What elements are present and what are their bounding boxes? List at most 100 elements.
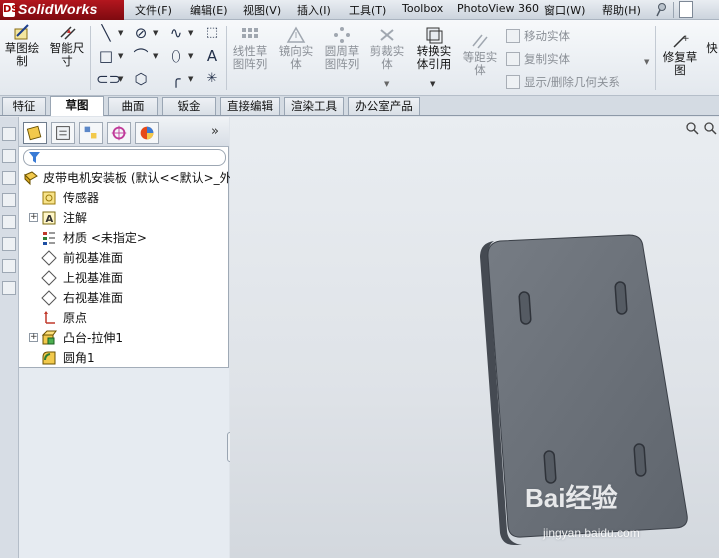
spline-tool-icon[interactable]: ∿ xyxy=(166,24,186,42)
quick-snaps-button[interactable]: 快 xyxy=(704,42,719,55)
copy-icon xyxy=(506,52,520,66)
convert-entities-button[interactable]: 转换实 体引用 xyxy=(412,26,456,71)
tree-node-label: 上视基准面 xyxy=(63,271,124,285)
menu-edit[interactable]: 编辑(E) xyxy=(190,2,228,18)
linear-pattern-label: 线性草 图阵列 xyxy=(232,44,268,71)
arc-tool-icon[interactable]: ⌒ xyxy=(131,47,151,65)
slot-tool-icon[interactable]: ⊂⊃ xyxy=(96,70,121,88)
trim-button[interactable]: 剪裁实 体 xyxy=(367,26,407,71)
tree-root-label: 皮带电机安装板 (默认<<默认>_外 xyxy=(43,171,232,185)
line-tool-icon[interactable]: ╲ xyxy=(96,24,116,42)
slot-dropdown-icon[interactable]: ▼ xyxy=(118,75,123,83)
menu-photoview[interactable]: PhotoView 360 xyxy=(457,2,539,15)
strip-tool-icon[interactable] xyxy=(2,215,16,229)
app-logo[interactable]: DS SolidWorks xyxy=(0,0,124,20)
feature-filter-input[interactable] xyxy=(23,149,226,166)
display-manager-tab-icon[interactable] xyxy=(135,122,159,144)
spline-dropdown-icon[interactable]: ▼ xyxy=(188,29,193,37)
svg-text:A: A xyxy=(46,214,54,225)
corner-rectangle-icon[interactable]: ⬚ xyxy=(202,24,222,42)
new-document-icon[interactable] xyxy=(679,1,693,18)
repair-sketch-button[interactable]: + 修复草 图 xyxy=(660,32,700,77)
convert-dropdown-icon[interactable]: ▼ xyxy=(430,80,435,88)
linear-pattern-button[interactable]: 线性草 图阵列 xyxy=(230,26,270,71)
slot-hole[interactable] xyxy=(633,443,647,477)
repair-sketch-label: 修复草 图 xyxy=(662,50,698,77)
rectangle-tool-icon[interactable]: □ xyxy=(96,47,116,65)
fillet-tool-icon[interactable]: ╭ xyxy=(166,70,186,88)
copy-entities-button[interactable]: 复制实体 xyxy=(506,51,570,67)
circle-tool-icon[interactable]: ⊘ xyxy=(131,24,151,42)
ellipse-dropdown-icon[interactable]: ▼ xyxy=(188,52,193,60)
move-entities-button[interactable]: 移动实体 xyxy=(506,28,570,44)
menu-help[interactable]: 帮助(H) xyxy=(602,2,641,18)
strip-tool-icon[interactable] xyxy=(2,259,16,273)
rectangle-dropdown-icon[interactable]: ▼ xyxy=(118,52,123,60)
pin-icon[interactable] xyxy=(655,2,669,17)
command-tabs: 特征 草图 曲面 钣金 直接编辑 渲染工具 办公室产品 xyxy=(0,96,719,116)
feature-manager-panel: » 皮带电机安装板 (默认<<默认>_外 传感器 + A 注解 材质 <未指定>… xyxy=(19,117,232,558)
menu-view[interactable]: 视图(V) xyxy=(243,2,281,18)
expand-icon[interactable]: + xyxy=(29,333,38,342)
slot-hole[interactable] xyxy=(518,291,532,325)
property-manager-tab-icon[interactable] xyxy=(51,122,75,144)
tree-root-part[interactable]: 皮带电机安装板 (默认<<默认>_外 xyxy=(21,169,232,187)
tab-features[interactable]: 特征 xyxy=(2,97,46,115)
strip-tool-icon[interactable] xyxy=(2,193,16,207)
ellipse-tool-icon[interactable]: ⬯ xyxy=(166,47,186,65)
menu-insert[interactable]: 插入(I) xyxy=(297,2,331,18)
configuration-manager-tab-icon[interactable] xyxy=(79,122,103,144)
menu-window[interactable]: 窗口(W) xyxy=(544,2,585,18)
smart-dimension-icon xyxy=(60,26,76,40)
show-relations-button[interactable]: 显示/删除几何关系 xyxy=(506,74,620,90)
trim-icon xyxy=(380,29,394,41)
tree-node-label: 原点 xyxy=(63,311,88,325)
convert-entities-label: 转换实 体引用 xyxy=(416,44,452,71)
menu-separator xyxy=(673,2,674,18)
text-tool-icon[interactable]: A xyxy=(202,47,222,65)
menu-file[interactable]: 文件(F) xyxy=(135,2,172,18)
mirror-button[interactable]: 镜向实 体 xyxy=(276,26,316,71)
strip-tool-icon[interactable] xyxy=(2,149,16,163)
strip-tool-icon[interactable] xyxy=(2,171,16,185)
move-dropdown-icon[interactable]: ▼ xyxy=(644,58,649,66)
tab-surfaces[interactable]: 曲面 xyxy=(108,97,158,115)
point-tool-icon[interactable]: ✳ xyxy=(202,70,222,88)
move-icon xyxy=(506,29,520,43)
tab-office-products[interactable]: 办公室产品 xyxy=(348,97,420,115)
expand-panel-icon[interactable]: » xyxy=(211,124,219,139)
strip-tool-icon[interactable] xyxy=(2,127,16,141)
trim-label: 剪裁实 体 xyxy=(369,44,405,71)
menu-tools[interactable]: 工具(T) xyxy=(349,2,386,18)
offset-entities-label: 等距实 体 xyxy=(462,50,498,77)
mirror-icon xyxy=(286,26,306,43)
sketch-button[interactable]: 草图绘 制 xyxy=(2,23,42,68)
line-dropdown-icon[interactable]: ▼ xyxy=(118,29,123,37)
tab-direct-editing[interactable]: 直接编辑 xyxy=(220,97,280,115)
expand-icon[interactable]: + xyxy=(29,213,38,222)
tab-sketch[interactable]: 草图 xyxy=(50,96,104,116)
smart-dimension-button[interactable]: 智能尺 寸 xyxy=(46,23,88,68)
offset-entities-button[interactable]: 等距实 体 xyxy=(460,32,500,77)
circular-pattern-icon xyxy=(334,27,350,43)
arc-dropdown-icon[interactable]: ▼ xyxy=(153,52,158,60)
watermark-url: jingyan.baidu.com xyxy=(543,526,640,540)
plane-icon xyxy=(41,290,57,306)
feature-tree: 皮带电机安装板 (默认<<默认>_外 传感器 + A 注解 材质 <未指定> 前… xyxy=(19,169,232,365)
circular-pattern-button[interactable]: 圆周草 图阵列 xyxy=(320,26,364,71)
offset-entities-icon xyxy=(472,34,488,49)
strip-tool-icon[interactable] xyxy=(2,237,16,251)
trim-dropdown-icon[interactable]: ▼ xyxy=(384,80,389,88)
tab-render-tools[interactable]: 渲染工具 xyxy=(284,97,344,115)
dimxpert-tab-icon[interactable] xyxy=(107,122,131,144)
copy-label: 复制实体 xyxy=(524,52,570,66)
tab-sheet-metal[interactable]: 钣金 xyxy=(162,97,216,115)
slot-hole[interactable] xyxy=(614,281,628,315)
menu-toolbox[interactable]: Toolbox xyxy=(402,2,443,15)
fillet-dropdown-icon[interactable]: ▼ xyxy=(188,75,193,83)
circle-dropdown-icon[interactable]: ▼ xyxy=(153,29,158,37)
feature-tree-tab-icon[interactable] xyxy=(23,122,47,144)
plane-icon xyxy=(41,270,57,286)
polygon-tool-icon[interactable]: ⬡ xyxy=(131,70,151,88)
strip-tool-icon[interactable] xyxy=(2,281,16,295)
